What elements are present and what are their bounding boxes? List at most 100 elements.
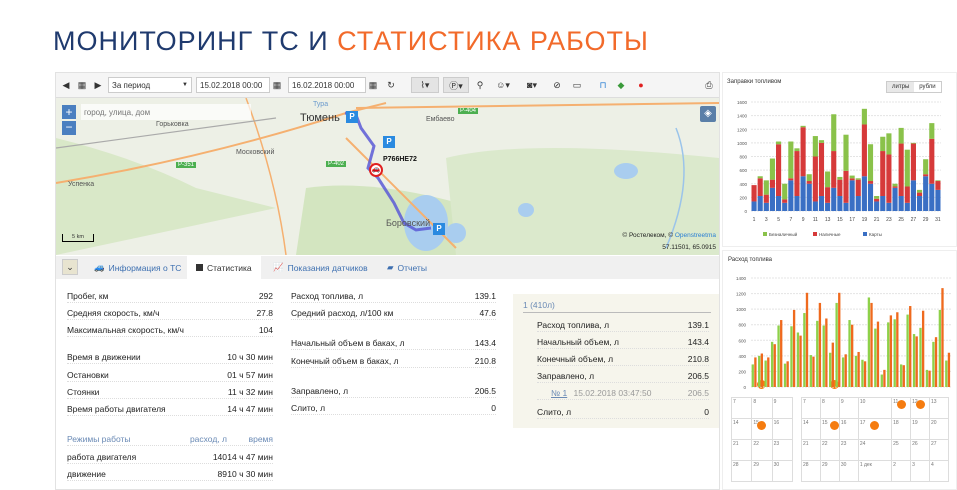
bar — [867, 297, 871, 387]
bar-segment — [904, 149, 910, 187]
chevron-down-icon: ▼ — [182, 82, 188, 88]
period-select[interactable]: За период ▼ — [108, 77, 192, 93]
bar-segment — [763, 180, 769, 195]
parking-marker-icon[interactable]: P — [383, 136, 395, 148]
refuel-time: 15.02.2018 03:47:50 — [573, 387, 652, 398]
legend-swatch — [763, 232, 767, 236]
bar-segment — [776, 144, 782, 197]
bar-segment — [898, 127, 904, 144]
bar — [812, 356, 815, 387]
parking-toggle[interactable]: Ⓟ▾ — [443, 77, 469, 93]
bar-segment — [849, 180, 855, 211]
y-tick-label: 0 — [743, 385, 746, 390]
bar-segment — [812, 201, 818, 211]
driver-icon[interactable]: ☺▾ — [491, 77, 515, 93]
calendar-day: 2 — [891, 460, 912, 482]
calendar-icon[interactable]: ▦ — [366, 77, 380, 93]
bar — [861, 359, 864, 387]
print-icon[interactable]: ⎙ — [702, 77, 716, 93]
parking-marker-icon[interactable]: P — [433, 223, 445, 235]
collapse-button[interactable]: ⌄ — [62, 259, 78, 275]
next-arrow-icon[interactable]: ▶ — [91, 77, 105, 93]
osm-link[interactable]: Openstreetma — [675, 232, 716, 239]
bar — [880, 374, 883, 387]
bar-segment — [776, 141, 782, 145]
stat-row: Остановки 01 ч 57 мин — [67, 368, 273, 382]
bar-segment — [818, 142, 825, 197]
date-from-input[interactable]: 15.02.2018 00:00 — [196, 77, 270, 93]
area-icon[interactable]: ▭ — [570, 77, 584, 93]
bar — [838, 292, 841, 387]
tab-sensors[interactable]: 📈 Показания датчиков — [273, 256, 368, 279]
refuel-dot — [916, 400, 925, 409]
bar — [863, 361, 867, 387]
bar — [829, 352, 832, 387]
zoom-in-button[interactable]: + — [62, 105, 76, 119]
layers-icon[interactable]: ◈ — [700, 106, 716, 122]
bar-segment — [874, 196, 880, 199]
tab-label: Информация о ТС — [108, 262, 182, 273]
zoom-out-button[interactable]: − — [62, 121, 76, 135]
bar-segment — [806, 181, 812, 184]
refuel-dot — [830, 421, 839, 430]
tab-vehicle-info[interactable]: 🚙 Информация о ТС — [92, 256, 183, 279]
x-tick-label: 21 — [874, 217, 880, 223]
bar-segment — [763, 202, 769, 211]
ruler-icon[interactable]: ⊘ — [550, 77, 564, 93]
refuel-chart-panel: Заправки топливом литры рубли 0 200 400 600… — [722, 72, 957, 247]
map-label: Московский — [236, 149, 275, 156]
legend-label: Безналичный — [769, 231, 798, 237]
calendar-icon[interactable]: ▦ — [270, 77, 284, 93]
stat-row: Время работы двигателя 14 ч 47 мин — [67, 402, 273, 416]
bar — [783, 363, 787, 387]
refresh-icon[interactable]: ↻ — [384, 77, 398, 93]
map[interactable]: + − Тюмень Горьковка Московский Успенка … — [56, 98, 719, 255]
map-attribution: © Ростелеком, © Openstreetma — [622, 232, 716, 239]
bar-segment — [867, 183, 874, 211]
stat-label: Стоянки — [67, 386, 100, 397]
bar-segment — [818, 140, 825, 143]
stat-value: 10 ч 30 мин — [227, 351, 273, 362]
consumption-chart: 0 200 400 600 800 1000 1200 1400 — [736, 276, 951, 390]
tank-header[interactable]: 1 (410л) — [523, 300, 711, 313]
stat-row: Время в движении 10 ч 30 мин — [67, 350, 273, 364]
tab-reports[interactable]: ▰ Отчеты — [387, 256, 427, 279]
address-search-input[interactable] — [81, 104, 251, 120]
vehicle-marker-icon[interactable]: 🚗 — [369, 163, 383, 177]
bar — [941, 288, 944, 387]
bar — [792, 309, 796, 387]
google-maps-icon[interactable]: ◆ — [614, 77, 628, 93]
track-toggle[interactable]: ⌇▾ — [411, 77, 439, 93]
calendar-day: 7 — [730, 397, 753, 419]
prev-arrow-icon[interactable]: ◀ — [59, 77, 73, 93]
bar — [915, 336, 918, 387]
bar — [796, 332, 800, 387]
stat-row: Пробег, км 292 — [67, 289, 273, 303]
parking-marker-icon[interactable]: P — [346, 111, 358, 123]
bar-segment — [825, 171, 831, 188]
car-icon: 🚙 — [94, 262, 105, 272]
stat-value: 210.8 — [474, 355, 496, 366]
stat-row: Заправлено, л 206.5 — [291, 384, 496, 398]
bar-segment — [923, 176, 929, 211]
stat-value: 139.1 — [474, 290, 496, 301]
bar-segment — [874, 201, 880, 211]
tab-statistics[interactable]: Статистика — [187, 256, 261, 279]
bar — [889, 315, 893, 387]
yandex-pin-icon[interactable]: ● — [634, 77, 648, 93]
x-tick-label: 3 — [765, 217, 768, 223]
x-tick-label: 7 — [789, 217, 792, 223]
calendar-check-icon[interactable]: ▦ — [75, 77, 89, 93]
date-to-input[interactable]: 16.02.2018 00:00 — [288, 77, 366, 93]
date-from-value: 15.02.2018 00:00 — [200, 80, 263, 90]
bar-segment — [757, 176, 763, 179]
y-tick-label: 800 — [738, 323, 746, 328]
calendar-day: 29 — [751, 460, 773, 482]
marker-icon[interactable]: ⚲ — [473, 77, 487, 93]
building-icon[interactable]: ⊓ — [596, 77, 610, 93]
bar-segment — [935, 180, 941, 182]
camera-icon[interactable]: ◙▾ — [520, 77, 544, 93]
tank-value: 210.8 — [687, 353, 709, 364]
tank-label: Начальный объем, л — [537, 336, 620, 347]
bar-segment — [923, 174, 929, 177]
